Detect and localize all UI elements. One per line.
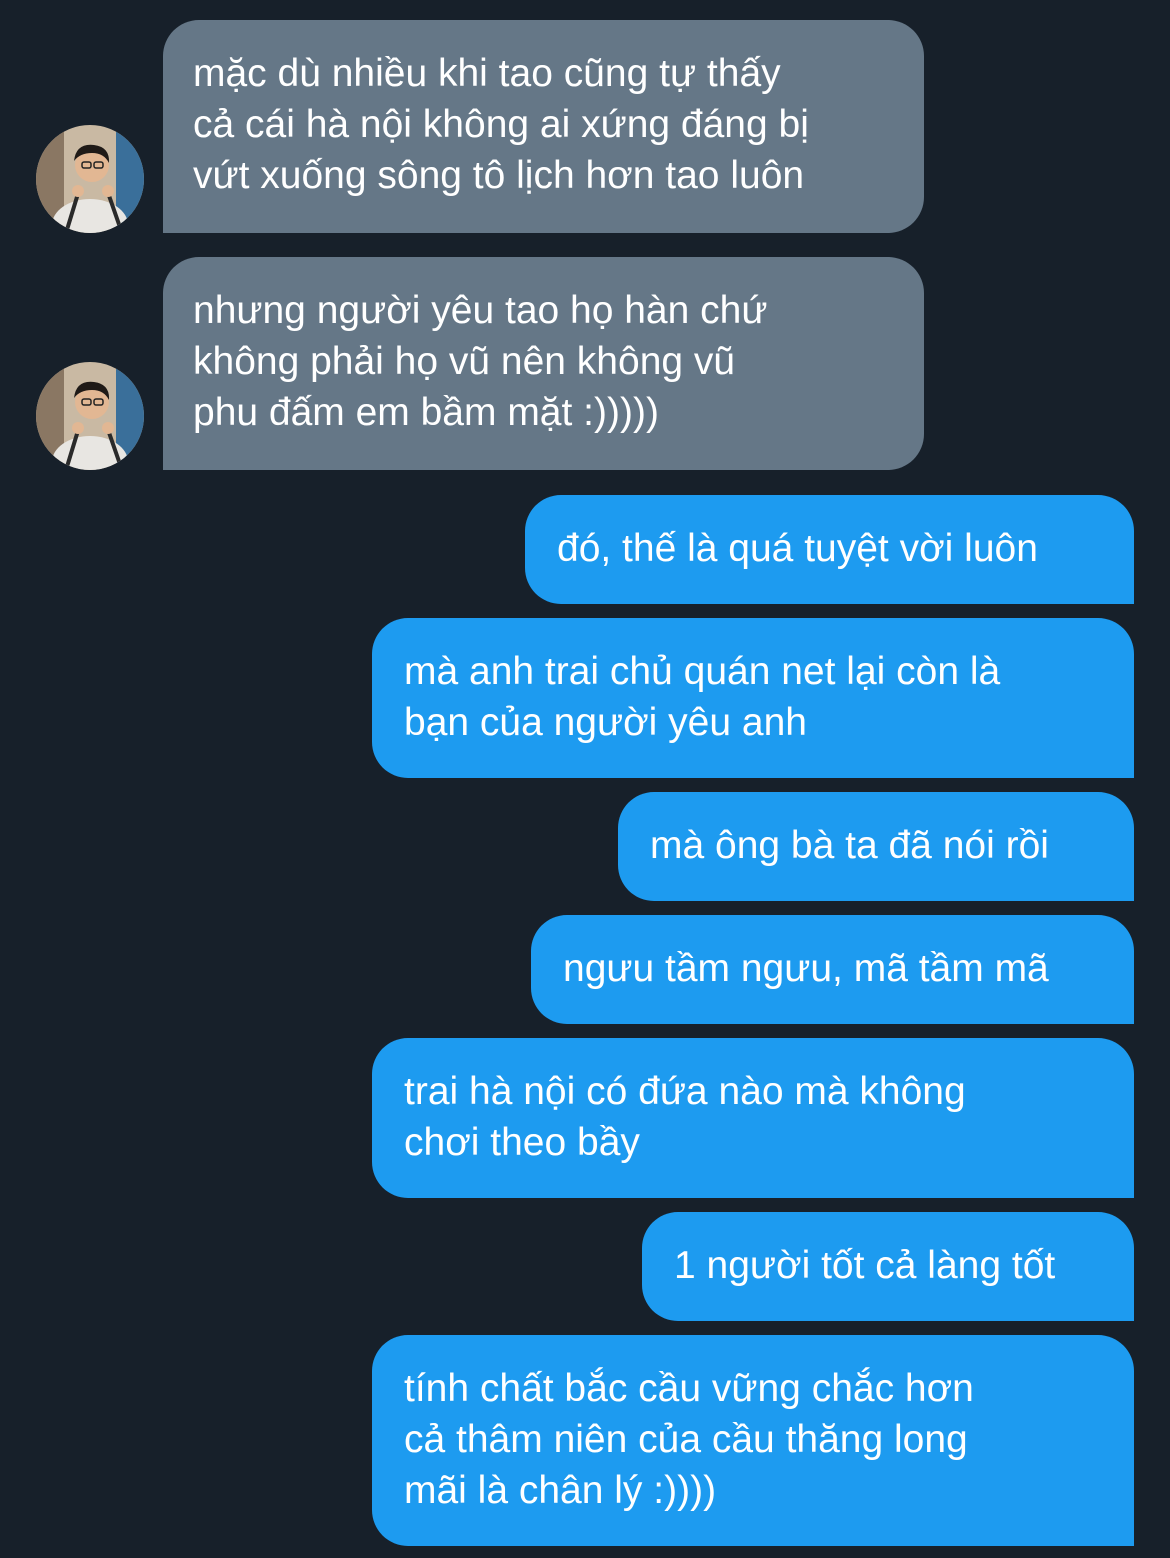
message-bubble-sent[interactable]: mà ông bà ta đã nói rồi (618, 792, 1134, 901)
message-bubble-sent[interactable]: mà anh trai chủ quán net lại còn là bạn … (372, 618, 1134, 778)
message-bubble-received[interactable]: nhưng người yêu tao họ hàn chứ không phả… (163, 257, 924, 470)
user-avatar-icon (36, 362, 144, 470)
avatar[interactable] (36, 362, 144, 470)
dm-conversation: { "conversation": { "messages": [ {"dire… (0, 0, 1170, 1558)
message-bubble-received[interactable]: mặc dù nhiều khi tao cũng tự thấy cả cái… (163, 20, 924, 233)
message-bubble-sent[interactable]: ngưu tầm ngưu, mã tầm mã (531, 915, 1134, 1024)
user-avatar-icon (36, 125, 144, 233)
message-bubble-sent[interactable]: trai hà nội có đứa nào mà không chơi the… (372, 1038, 1134, 1198)
avatar[interactable] (36, 125, 144, 233)
message-bubble-sent[interactable]: 1 người tốt cả làng tốt (642, 1212, 1134, 1321)
message-bubble-sent[interactable]: đó, thế là quá tuyệt vời luôn (525, 495, 1134, 604)
message-bubble-sent[interactable]: tính chất bắc cầu vững chắc hơn cả thâm … (372, 1335, 1134, 1546)
